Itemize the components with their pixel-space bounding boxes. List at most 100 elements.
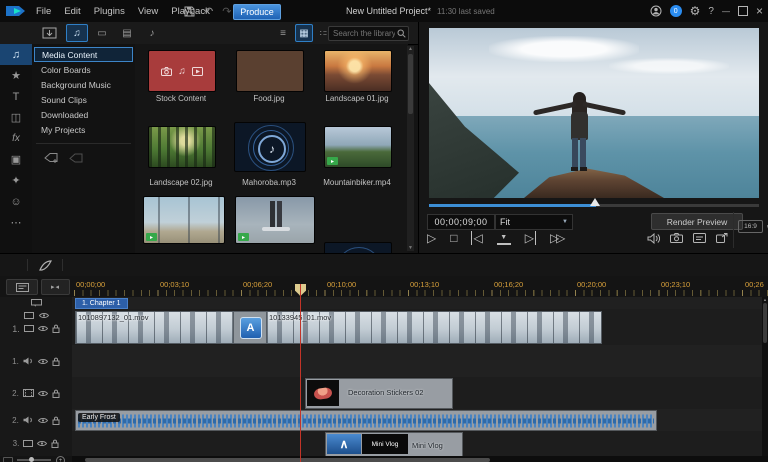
effect-room-icon[interactable]: fx — [0, 128, 32, 149]
video-track2[interactable]: Decoration Stickers 02 — [72, 377, 768, 410]
transition-room-icon[interactable]: ◫ — [0, 107, 32, 128]
audio-thumbnail[interactable]: ♪ — [324, 242, 392, 253]
timeline-zoom-fit-icon[interactable] — [3, 457, 13, 462]
downloaded-badge-icon: ▸ — [327, 157, 338, 165]
timeline-ruler[interactable]: 00;00;00 00;03;10 00;06;20 00;10;00 00;1… — [0, 280, 768, 290]
library-category-panel: Media Content Color Boards Background Mu… — [32, 44, 136, 253]
settings-gear-icon[interactable]: ⚙ — [690, 4, 701, 18]
audio-track2-header[interactable]: 2. — [0, 409, 73, 432]
audio-note-icon: ♪ — [258, 135, 286, 163]
category-background-music[interactable]: Background Music — [34, 77, 133, 92]
magic-tool-pen-icon[interactable] — [36, 257, 54, 273]
produce-button[interactable]: Produce — [233, 4, 281, 20]
clip-audio[interactable]: Early Frost — [75, 410, 657, 431]
preview-video[interactable] — [429, 28, 759, 198]
remove-tag-icon[interactable] — [69, 153, 83, 164]
clip-video1[interactable]: 1010897132_01.mov — [75, 311, 235, 344]
skateboard-video-thumbnail[interactable]: ▸ — [235, 196, 315, 244]
fit-dropdown[interactable]: Fit ▼ — [495, 214, 573, 230]
video-track3[interactable]: ∧ Mini Vlog Mini Vlog — [72, 431, 768, 457]
food-thumbnail[interactable] — [236, 50, 304, 92]
landscape01-thumbnail[interactable] — [324, 50, 392, 92]
timeline-zoom-slider[interactable] — [17, 459, 51, 461]
intro-room-icon[interactable]: ★ — [0, 65, 32, 86]
overlay-room-icon[interactable]: ▣ — [0, 149, 32, 170]
clip-video2[interactable]: 10133945_01.mov — [266, 311, 602, 344]
beach-video-thumbnail[interactable]: ▸ — [143, 196, 225, 244]
timeline-zoom-knob[interactable] — [29, 457, 34, 462]
previous-frame-button[interactable]: ◁ — [471, 231, 482, 245]
clip-transition[interactable]: A — [233, 311, 268, 344]
minimize-button[interactable]: — — [722, 7, 730, 16]
category-downloaded[interactable]: Downloaded — [34, 107, 133, 122]
menu-edit[interactable]: Edit — [64, 6, 80, 17]
add-tag-icon[interactable] — [44, 152, 59, 164]
particle-room-icon[interactable]: ✦ — [0, 170, 32, 191]
sticker-thumbnail — [307, 380, 339, 406]
media-room-icon[interactable]: ♫ — [0, 44, 32, 65]
audio-track1[interactable] — [72, 345, 768, 378]
menu-view[interactable]: View — [138, 6, 158, 17]
more-rooms-icon[interactable]: ⋯ — [0, 212, 32, 233]
mountainbiker-thumbnail[interactable]: ▸ — [324, 126, 392, 168]
video-track1[interactable]: 1010897132_01.mov A 10133945_01.mov — [72, 309, 768, 346]
save-icon[interactable] — [184, 6, 195, 17]
tab-media-content[interactable]: ♫ — [66, 24, 88, 42]
landscape02-thumbnail[interactable] — [148, 126, 216, 168]
video-track2-header[interactable]: 2. — [0, 377, 73, 410]
account-icon[interactable] — [650, 5, 662, 17]
volume-icon[interactable] — [647, 233, 660, 244]
timeline-zoom-in-icon[interactable]: + — [56, 456, 65, 462]
fast-forward-button[interactable]: ▷▷ — [550, 231, 562, 245]
seek-thumb[interactable] — [590, 198, 600, 206]
list-view-icon[interactable]: ≡ — [274, 24, 292, 42]
media-viewer-icon[interactable] — [693, 233, 706, 243]
import-media-icon[interactable] — [38, 25, 60, 41]
snapshot-camera-icon[interactable] — [670, 233, 683, 243]
dropdown-arrow-icon: ▼ — [562, 219, 568, 225]
redo-icon[interactable]: ↷ — [222, 5, 231, 18]
mahoroba-thumbnail[interactable]: ♪ — [234, 122, 306, 172]
category-color-boards[interactable]: Color Boards — [34, 62, 133, 77]
menu-plugins[interactable]: Plugins — [94, 6, 125, 17]
menu-file[interactable]: File — [36, 6, 51, 17]
category-sound-clips[interactable]: Sound Clips — [34, 92, 133, 107]
close-button[interactable]: × — [756, 4, 763, 18]
tab-music[interactable]: ♪ — [141, 24, 163, 42]
camera-icon — [161, 67, 172, 76]
video-play-icon — [192, 67, 203, 76]
search-icon[interactable] — [397, 29, 406, 38]
maximize-button[interactable] — [738, 6, 748, 16]
audio-track1-header[interactable]: 1. — [0, 345, 73, 378]
next-frame-button[interactable]: ▷ — [525, 231, 536, 245]
title-room-icon[interactable]: T — [0, 86, 32, 107]
aspect-ratio-badge[interactable]: 16:9 — [738, 220, 763, 233]
notification-badge[interactable]: 0 — [670, 5, 682, 17]
playhead-line[interactable] — [300, 284, 301, 462]
stock-content-tile[interactable]: ♫ — [148, 50, 216, 92]
help-icon[interactable]: ? — [708, 6, 714, 17]
clip-sticker[interactable]: Decoration Stickers 02 — [305, 378, 453, 409]
library-scrollbar[interactable]: ▲ ▼ — [407, 46, 414, 251]
grid-view-icon[interactable]: ▦ — [295, 24, 313, 42]
tab-photo[interactable]: ▤ — [116, 24, 138, 42]
category-media-content[interactable]: Media Content — [34, 47, 133, 62]
video-track3-header[interactable]: 3. — [0, 431, 73, 457]
search-input[interactable] — [331, 28, 397, 39]
undo-icon[interactable]: ↶ — [204, 5, 213, 18]
undock-window-icon[interactable] — [716, 233, 728, 243]
video-track1-header[interactable]: 1. — [0, 309, 73, 346]
seek-to-time-button[interactable]: ▼ — [497, 231, 511, 245]
audio-track2[interactable]: Early Frost — [72, 409, 768, 432]
render-preview-button[interactable]: Render Preview — [651, 213, 743, 230]
category-my-projects[interactable]: My Projects — [34, 122, 133, 137]
ar-sticker-room-icon[interactable]: ☺ — [0, 191, 32, 212]
stop-button[interactable]: □ — [450, 231, 457, 245]
powerdirector-window: File Edit Plugins View Playback ↶ ↷ Prod… — [0, 0, 768, 462]
play-button[interactable]: ▷ — [427, 231, 436, 245]
chapter-marker[interactable]: 1. Chapter 1 — [75, 298, 128, 309]
tab-video[interactable]: ▭ — [91, 24, 113, 42]
clip-title[interactable]: ∧ Mini Vlog Mini Vlog — [325, 432, 463, 457]
timeline-hscrollbar[interactable] — [72, 456, 768, 462]
timeline-vscrollbar[interactable]: ▲ — [762, 297, 768, 456]
